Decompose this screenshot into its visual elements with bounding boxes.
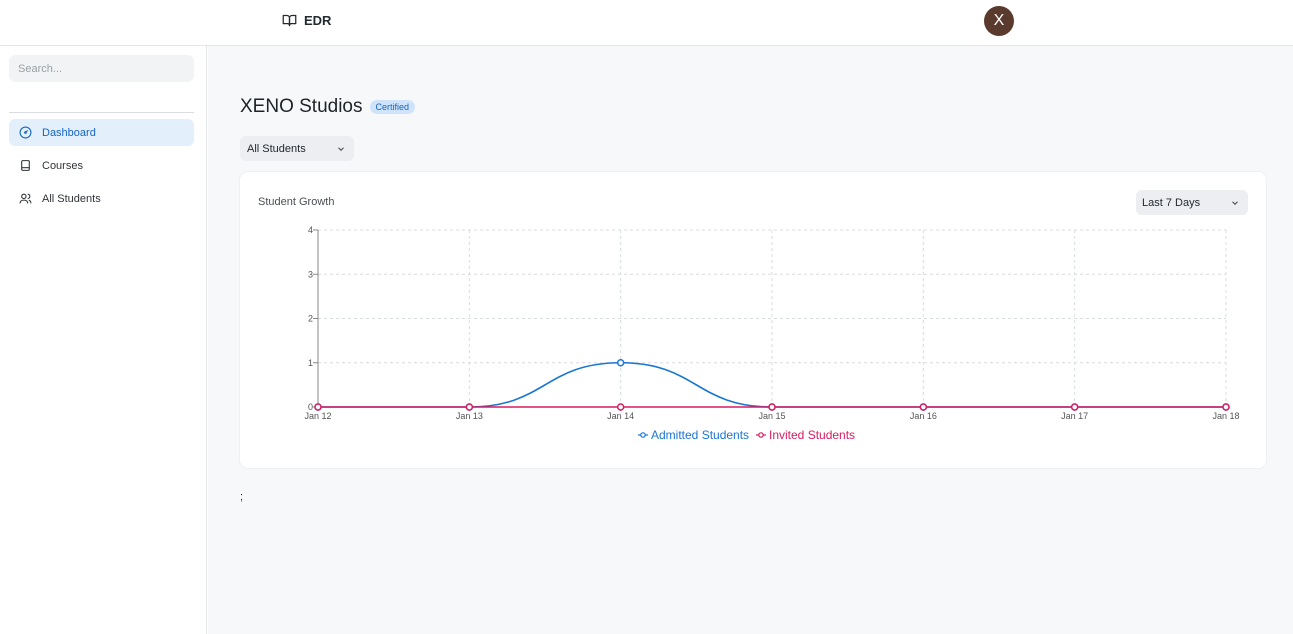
sidebar-item-label: Courses [42, 159, 83, 172]
page-title: XENO Studios [240, 96, 363, 117]
data-point-invited-students [1070, 403, 1079, 411]
sidebar-item-all-students[interactable]: All Students [9, 185, 194, 212]
legend-swatch-marker [640, 432, 646, 438]
book-open-icon [282, 14, 297, 27]
x-tick-label: Jan 16 [910, 411, 937, 421]
chevron-down-icon [338, 146, 344, 151]
top-bar: EDR X [0, 0, 1293, 46]
data-point-invited-students [616, 403, 625, 411]
x-tick-label: Jan 13 [456, 411, 483, 421]
date-range-value: Last 7 Days [1142, 196, 1201, 209]
users-icon [19, 193, 32, 204]
dashboard-icon [19, 126, 32, 139]
search-input[interactable] [9, 55, 194, 82]
y-tick-label: 2 [308, 314, 313, 324]
student-filter-value: All Students [247, 142, 306, 155]
sidebar: Dashboard Courses All Students [0, 46, 207, 634]
card-title: Student Growth [258, 196, 335, 208]
x-tick-label: Jan 12 [304, 411, 331, 421]
data-point-admitted-students [616, 359, 625, 367]
student-growth-chart: 01234Jan 12 Jan 13 Jan 14 Jan 15 Jan 16 Jan 1… [304, 225, 1239, 442]
main-content: XENO Studios Certified All Students 0123… [208, 46, 1293, 634]
y-tick-label: 3 [308, 269, 313, 279]
x-tick-label: Jan 15 [758, 411, 785, 421]
avatar[interactable]: X [984, 6, 1014, 36]
student-growth-card: 0 1 2 3 4 Jan 12 Jan 13 Jan 14 Jan 15 Jan 16 Jan 1… [240, 172, 1266, 468]
student-filter-select[interactable]: All Students [240, 136, 354, 161]
y-tick-label: 4 [308, 225, 313, 235]
title-row: XENO Studios Certified [240, 96, 416, 118]
date-range-select[interactable]: Last 7 Days [1136, 190, 1248, 215]
x-tick-label: Jan 17 [1061, 411, 1088, 421]
sidebar-item-label: Dashboard [42, 126, 96, 139]
brand[interactable]: EDR [282, 13, 331, 28]
sidebar-item-courses[interactable]: Courses [9, 152, 194, 179]
data-point-invited-students [1222, 403, 1230, 411]
book-icon [21, 160, 30, 171]
sidebar-item-dashboard[interactable]: Dashboard [9, 119, 194, 146]
brand-label: EDR [304, 13, 332, 28]
legend-swatch-marker [758, 432, 764, 438]
sidebar-divider [9, 112, 194, 113]
data-point-invited-students [465, 403, 474, 411]
data-point-invited-students [314, 403, 322, 411]
legend-label-invited-students: Invited Students [769, 428, 855, 442]
chevron-down-icon [1232, 200, 1238, 205]
data-point-invited-students [919, 403, 928, 411]
x-tick-label: Jan 14 [607, 411, 634, 421]
x-tick-label: Jan 18 [1212, 411, 1239, 421]
footnote: ; [240, 491, 244, 503]
legend-label-admitted-students: Admitted Students [651, 428, 749, 442]
y-tick-label: 1 [308, 358, 313, 368]
sidebar-item-label: All Students [42, 192, 101, 205]
data-point-invited-students [768, 403, 776, 411]
status-badge: Certified [369, 100, 416, 114]
